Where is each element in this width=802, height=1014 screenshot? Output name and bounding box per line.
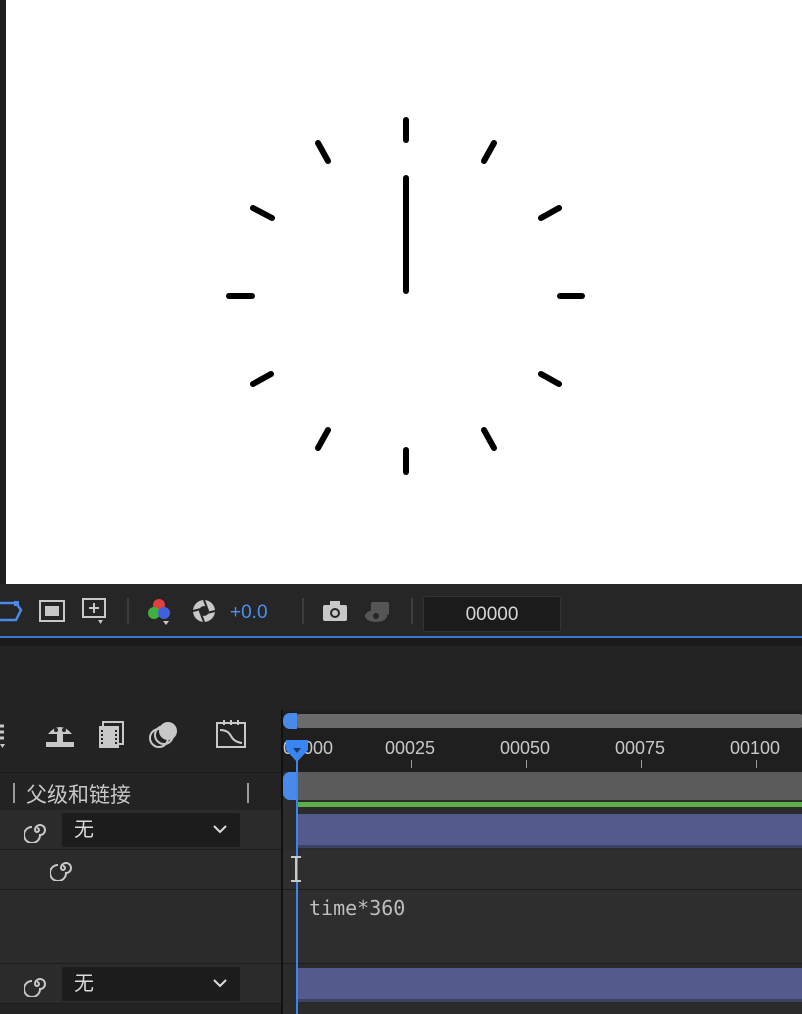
clock-mark-1 [481,140,497,164]
expression-pick-whip-icon[interactable] [50,855,76,881]
more-menu-icon[interactable] [0,718,24,752]
parent-pick-whip-icon[interactable] [24,817,50,843]
expression-editor[interactable]: time*360 [283,890,802,964]
ruler-tick-label: 00050 [500,738,551,758]
composition-duration-bar[interactable] [297,772,802,800]
property-track-row[interactable] [283,850,802,890]
motion-blur-icon[interactable] [147,718,181,752]
timeline-top-strip [0,638,802,646]
region-of-interest-icon[interactable] [37,596,67,626]
chevron-down-icon [213,979,227,988]
timeline-switches-row [0,710,282,772]
transparency-grid-icon[interactable] [80,596,110,626]
ruler-tick-label: 00075 [615,738,666,758]
parent-and-link-column-label[interactable]: 父级和链接 [26,779,131,809]
timeline-track-area[interactable]: time*360 [283,772,802,1014]
mask-path-visibility-icon[interactable] [0,596,24,626]
current-frame-field[interactable]: 00000 [423,596,561,632]
clock-mark-4 [538,371,562,387]
column-separator[interactable] [13,783,15,803]
work-area-start-handle[interactable] [283,713,297,729]
show-snapshot-icon[interactable] [363,596,393,626]
expression-text[interactable]: time*360 [309,896,405,920]
time-ruler[interactable]: 00000 00025 00050 00075 00100 [283,710,802,772]
composition-start-handle[interactable] [283,772,297,800]
layer-row[interactable]: 无 [0,810,282,850]
composition-viewer [0,0,802,584]
parent-select-dropdown[interactable]: 无 [62,967,240,1001]
clock-mark-7 [315,427,331,451]
toolbar-separator [302,598,304,624]
playhead-handle-icon[interactable] [284,738,310,764]
frame-blending-icon[interactable] [95,718,129,752]
clock-mark-11 [315,140,331,164]
layer-column-header: 父级和链接 [0,772,282,812]
work-area-bar[interactable] [297,714,802,728]
layer-row[interactable]: 无 [0,964,282,1004]
ruler-tick-label: 00025 [385,738,436,758]
ruler-tick [411,760,412,768]
clock-mark-8 [250,371,274,387]
clock-mark-10 [250,205,275,221]
chevron-down-icon [213,825,227,834]
parent-select-dropdown[interactable]: 无 [62,813,240,847]
snapshot-camera-icon[interactable] [320,596,350,626]
clock-face-graphic [226,117,585,475]
clock-mark-2 [538,205,562,221]
graph-editor-icon[interactable] [214,718,248,752]
layer-duration-bar[interactable] [297,968,802,1002]
viewer-toolbar: +0.0 00000 [0,584,802,638]
ruler-tick [641,760,642,768]
property-row[interactable] [0,850,282,890]
cached-frames-indicator [297,802,802,807]
text-cursor-icon [291,856,301,882]
ruler-tick-label: 00100 [730,738,781,758]
clock-mark-5 [481,427,497,451]
parent-select-value: 无 [74,819,94,841]
shy-layers-icon[interactable] [43,718,77,752]
exposure-aperture-icon[interactable] [189,596,219,626]
timeline-panel: 父级和链接 无 无 00000 00025 00050 00075 00100 … [0,638,802,1014]
color-channels-icon[interactable] [144,596,174,626]
exposure-value[interactable]: +0.0 [230,602,268,624]
ruler-tick [526,760,527,768]
layer-duration-bar[interactable] [297,814,802,848]
column-separator[interactable] [247,783,249,803]
toolbar-separator [411,598,413,624]
composition-canvas[interactable] [6,0,802,584]
parent-select-value: 无 [74,973,94,995]
toolbar-separator [127,598,129,624]
ruler-tick [756,760,757,768]
parent-pick-whip-icon[interactable] [24,971,50,997]
expression-row-left [0,890,282,964]
